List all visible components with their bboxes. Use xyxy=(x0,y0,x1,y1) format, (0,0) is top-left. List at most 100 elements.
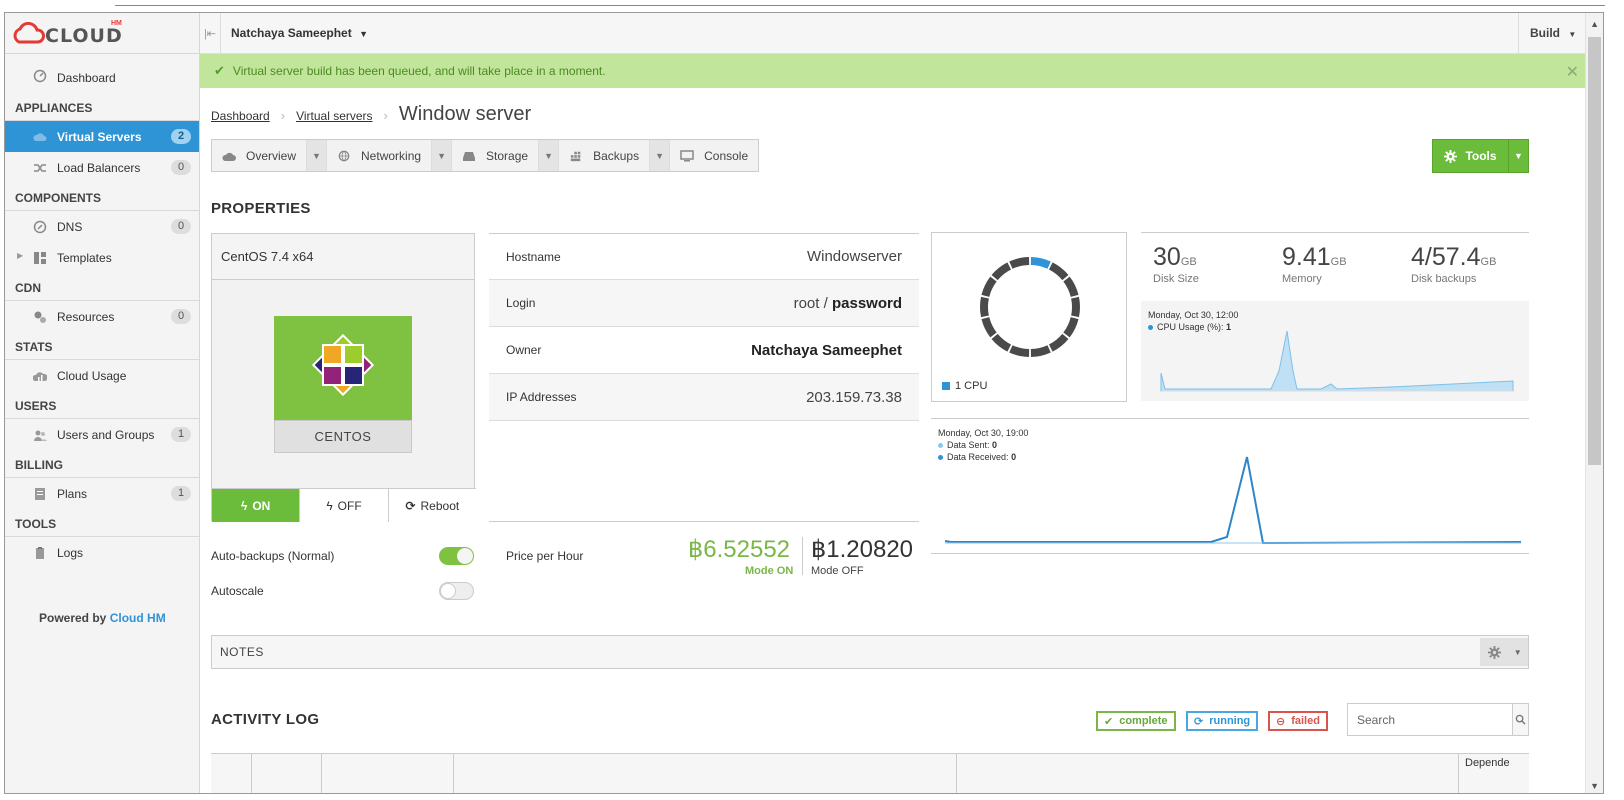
stat-backups: 4/57.4GB Disk backups xyxy=(1411,243,1496,285)
sidebar-item-cloud-usage[interactable]: Cloud Usage xyxy=(5,360,199,391)
tab-backups-dropdown[interactable]: ▼ xyxy=(650,140,671,171)
filter-running[interactable]: ⟳ running xyxy=(1186,711,1259,731)
sidebar-item-plans[interactable]: Plans 1 xyxy=(5,478,199,509)
count-badge: 2 xyxy=(171,129,191,144)
check-icon: ✔ xyxy=(214,63,225,78)
resource-stats: 30GB Disk Size 9.41GB Memory 4/57.4GB Di… xyxy=(1141,232,1529,402)
powered-by-link[interactable]: Cloud HM xyxy=(110,611,166,625)
gears-icon xyxy=(34,311,46,323)
divider xyxy=(489,521,919,522)
tab-console[interactable]: Console xyxy=(670,140,758,171)
notes-panel[interactable]: NOTES ▼ xyxy=(211,635,1529,669)
column-header-dependencies[interactable]: Depende xyxy=(1465,757,1510,769)
search-input[interactable] xyxy=(1348,704,1512,735)
tab-networking-dropdown[interactable]: ▼ xyxy=(432,140,453,171)
tools-main[interactable]: Tools xyxy=(1433,149,1508,163)
sidebar-item-resources[interactable]: Resources 0 xyxy=(5,301,199,332)
tooltip-time: Monday, Oct 30, 12:00 xyxy=(1148,310,1239,320)
tab-storage[interactable]: Storage xyxy=(452,140,540,171)
sidebar-item-logs[interactable]: Logs xyxy=(5,537,199,568)
ip-value: 203.159.73.38 xyxy=(806,388,902,406)
tooltip-value: 1 xyxy=(1226,322,1232,332)
sidebar-item-users-and-groups[interactable]: Users and Groups 1 xyxy=(5,419,199,450)
cloud-logo-icon xyxy=(13,22,45,44)
tab-overview[interactable]: Overview xyxy=(212,140,308,171)
sidebar: CLOUD HM Dashboard APPLIANCES Virtual Se… xyxy=(5,13,200,793)
property-label: Owner xyxy=(506,343,542,357)
login-password[interactable]: password xyxy=(832,295,902,312)
sidebar-item-label: Plans xyxy=(57,486,88,501)
breadcrumb-virtual-servers[interactable]: Virtual servers xyxy=(296,109,372,123)
cpu-segment-idle xyxy=(1071,296,1080,318)
stat-label: Disk backups xyxy=(1411,273,1477,285)
hard-drive-icon xyxy=(463,151,476,161)
power-off-button[interactable]: ϟ OFF xyxy=(300,489,389,522)
owner-value: Natchaya Sameephet xyxy=(751,341,902,359)
tab-networking[interactable]: Networking xyxy=(327,140,433,171)
logo[interactable]: CLOUD HM xyxy=(5,13,199,54)
series-dot-icon xyxy=(938,443,943,449)
sidebar-item-dashboard[interactable]: Dashboard xyxy=(5,62,199,93)
build-menu[interactable]: Build ▼ xyxy=(1518,13,1585,54)
close-icon[interactable]: ✕ xyxy=(1566,62,1579,82)
sidebar-item-label: Cloud Usage xyxy=(57,368,127,383)
caret-down-icon: ▼ xyxy=(1513,647,1523,657)
lightning-icon: ϟ xyxy=(326,498,333,513)
os-card: CentOS 7.4 x64 CENTOS ϟ ON ϟ OFF ⟳ Reboo… xyxy=(211,233,476,522)
count-badge: 1 xyxy=(171,486,191,501)
scroll-down-arrow-icon[interactable]: ▼ xyxy=(1590,781,1599,791)
stat-memory: 9.41GB Memory xyxy=(1282,243,1347,285)
sidebar-item-virtual-servers[interactable]: Virtual Servers 2 xyxy=(5,121,199,152)
gear-icon xyxy=(1444,149,1458,163)
price-on-mode: Mode ON xyxy=(745,565,794,577)
scrollbar-thumb[interactable] xyxy=(1588,37,1601,465)
tab-label: Backups xyxy=(593,148,640,163)
breadcrumb-separator-icon: › xyxy=(280,108,286,123)
sidebar-item-label: Users and Groups xyxy=(57,427,155,442)
reboot-button[interactable]: ⟳ Reboot xyxy=(388,489,476,522)
tools-dropdown[interactable]: ▼ xyxy=(1508,140,1528,172)
vertical-scrollbar[interactable]: ▲ ▼ xyxy=(1585,13,1603,793)
filter-failed[interactable]: ⊖ failed xyxy=(1268,711,1328,731)
scroll-up-arrow-icon[interactable]: ▲ xyxy=(1590,19,1599,29)
login-user: root xyxy=(793,294,820,312)
sidebar-item-label: Logs xyxy=(57,545,84,560)
success-alert: ✔ Virtual server build has been queued, … xyxy=(200,54,1585,88)
document-icon xyxy=(35,488,45,500)
network-chart[interactable]: Monday, Oct 30, 19:00 Data Sent: 0 Data … xyxy=(931,418,1529,554)
expand-arrow-icon[interactable]: ▶ xyxy=(17,251,23,260)
user-menu[interactable]: Natchaya Sameephet ▼ xyxy=(231,26,368,40)
os-logo-label: CENTOS xyxy=(274,420,412,453)
table-column-divider xyxy=(956,754,957,793)
minus-circle-icon: ⊖ xyxy=(1276,715,1286,728)
cpu-segment-idle xyxy=(980,296,989,318)
window-top-line xyxy=(115,5,1605,6)
sidebar-item-templates[interactable]: ▶ Templates xyxy=(5,242,199,273)
power-on-button[interactable]: ϟ ON xyxy=(212,489,301,522)
grid-icon xyxy=(570,151,581,161)
stat-label: Disk Size xyxy=(1153,273,1199,285)
stat-unit: GB xyxy=(1330,256,1347,268)
tooltip-row: Data Received: 0 xyxy=(938,451,1028,463)
compass-icon xyxy=(33,220,47,234)
notes-settings-button[interactable]: ▼ xyxy=(1480,638,1528,666)
tools-button[interactable]: Tools ▼ xyxy=(1432,139,1529,173)
breadcrumb-dashboard[interactable]: Dashboard xyxy=(211,109,270,123)
auto-backups-toggle[interactable] xyxy=(439,547,474,565)
monitor-icon xyxy=(680,149,694,161)
tab-backups[interactable]: Backups xyxy=(559,140,651,171)
sidebar-item-dns[interactable]: DNS 0 xyxy=(5,211,199,242)
sidebar-section-cdn: CDN xyxy=(5,273,199,301)
cpu-usage-chart[interactable]: Monday, Oct 30, 12:00 CPU Usage (%): 1 xyxy=(1141,301,1529,401)
user-name: Natchaya Sameephet xyxy=(231,26,352,40)
collapse-sidebar-button[interactable]: |⇤ xyxy=(200,13,221,54)
stat-value: 4/57.4 xyxy=(1411,243,1481,271)
tab-storage-dropdown[interactable]: ▼ xyxy=(539,140,560,171)
search-button[interactable] xyxy=(1512,704,1528,735)
cpu-segment-idle xyxy=(1048,333,1069,352)
autoscale-toggle[interactable] xyxy=(439,582,474,600)
sidebar-item-label: DNS xyxy=(57,219,83,234)
filter-complete[interactable]: ✔ complete xyxy=(1096,711,1176,731)
sidebar-item-load-balancers[interactable]: Load Balancers 0 xyxy=(5,152,199,183)
tab-overview-dropdown[interactable]: ▼ xyxy=(307,140,328,171)
